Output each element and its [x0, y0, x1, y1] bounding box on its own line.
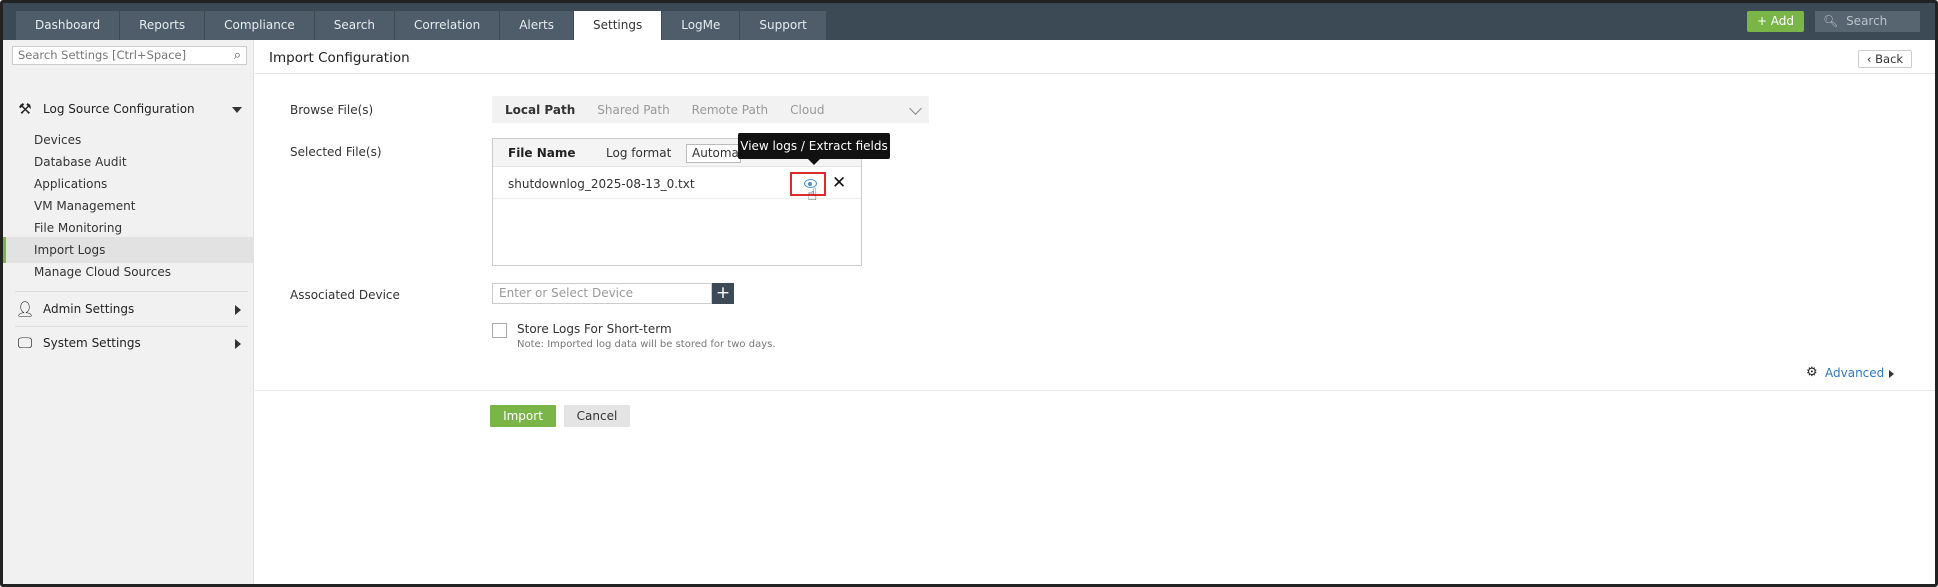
hand-cursor-icon: ☝︎ [807, 185, 818, 205]
tooltip: View logs / Extract fields [738, 133, 890, 165]
store-note: Note: Imported log data will be stored f… [517, 339, 776, 350]
chevron-right-icon[interactable] [1889, 370, 1894, 378]
back-button[interactable]: ‹ Back [1858, 50, 1912, 68]
tab-logme[interactable]: LogMe [662, 11, 741, 40]
selected-files-label: Selected File(s) [290, 145, 382, 159]
add-button[interactable]: + Add [1747, 11, 1804, 32]
tab-correlation[interactable]: Correlation [395, 11, 501, 40]
tab-local-path[interactable]: Local Path [492, 103, 586, 117]
monitor-settings-icon: 🖵︎ [17, 334, 33, 352]
divider [255, 390, 1935, 391]
settings-search-placeholder: Search Settings [Ctrl+Space] [18, 48, 187, 62]
divider [15, 291, 248, 292]
top-navigation-bar: Dashboard Reports Compliance Search Corr… [3, 3, 1935, 40]
tab-reports[interactable]: Reports [120, 11, 206, 40]
chevron-left-icon: ‹ [1866, 52, 1876, 66]
add-device-button[interactable]: + [712, 283, 734, 304]
settings-search-input[interactable]: Search Settings [Ctrl+Space] ⌕ [12, 46, 247, 65]
global-search-input[interactable]: 🔍︎ Search [1815, 11, 1920, 32]
search-icon: 🔍︎ [1823, 14, 1839, 28]
back-label: Back [1875, 52, 1904, 66]
chevron-right-icon[interactable] [235, 339, 241, 349]
divider [15, 326, 248, 327]
chevron-down-icon[interactable] [909, 102, 922, 115]
sidebar-item-manage-cloud-sources[interactable]: Manage Cloud Sources [3, 259, 254, 285]
chevron-down-icon[interactable] [232, 107, 242, 113]
store-short-term-label: Store Logs For Short-term [517, 322, 672, 336]
tab-dashboard[interactable]: Dashboard [16, 11, 121, 40]
sidebar-group-label: System Settings [43, 336, 141, 350]
tab-cloud[interactable]: Cloud [779, 103, 835, 117]
tab-remote-path[interactable]: Remote Path [681, 103, 779, 117]
tab-search[interactable]: Search [314, 11, 396, 40]
main-tabs: Dashboard Reports Compliance Search Corr… [16, 11, 827, 40]
column-file-name: File Name [508, 146, 576, 160]
chevron-right-icon[interactable] [235, 305, 241, 315]
sidebar-group-admin[interactable]: 👤︎ Admin Settings [15, 298, 134, 320]
tab-support[interactable]: Support [740, 11, 827, 40]
settings-sidebar: Search Settings [Ctrl+Space] ⌕ ⚒ Log Sou… [3, 40, 254, 584]
gear-icon: ⚙︎ [1806, 365, 1818, 380]
log-format-select[interactable]: Automatic [686, 144, 741, 163]
main-content: Import Configuration ‹ Back Browse File(… [255, 40, 1935, 584]
tab-alerts[interactable]: Alerts [500, 11, 575, 40]
page-title: Import Configuration [269, 50, 410, 66]
tools-icon: ⚒ [18, 100, 32, 118]
remove-file-icon[interactable]: ✕ [832, 173, 846, 193]
device-input[interactable]: Enter or Select Device [492, 283, 712, 304]
browse-source-tabs: Local Path Shared Path Remote Path Cloud [492, 96, 929, 123]
tab-settings[interactable]: Settings [574, 11, 663, 40]
search-icon[interactable]: ⌕ [234, 47, 241, 64]
app-window: Dashboard Reports Compliance Search Corr… [0, 0, 1938, 587]
sidebar-group-label: Admin Settings [43, 302, 135, 316]
column-log-format: Log format [606, 146, 672, 160]
global-search-placeholder: Search [1846, 14, 1888, 28]
cancel-button[interactable]: Cancel [564, 405, 630, 427]
store-short-term-checkbox[interactable] [492, 323, 507, 338]
divider [255, 73, 1935, 74]
advanced-link[interactable]: Advanced [1825, 366, 1884, 380]
sidebar-group-label: Log Source Configuration [43, 102, 195, 116]
user-settings-icon: 👤︎ [15, 300, 35, 318]
sidebar-group-log-source[interactable]: ⚒ Log Source Configuration [15, 98, 195, 120]
view-logs-button[interactable]: ☝︎ [790, 172, 826, 205]
associated-device-label: Associated Device [290, 288, 400, 302]
tab-compliance[interactable]: Compliance [205, 11, 315, 40]
table-row: shutdownlog_2025-08-13_0.txt ☝︎ ✕ [493, 168, 861, 205]
file-name: shutdownlog_2025-08-13_0.txt [508, 177, 695, 191]
sidebar-group-system[interactable]: 🖵︎ System Settings [15, 332, 141, 354]
import-button[interactable]: Import [490, 405, 556, 427]
browse-label: Browse File(s) [290, 103, 374, 117]
tab-shared-path[interactable]: Shared Path [586, 103, 680, 117]
